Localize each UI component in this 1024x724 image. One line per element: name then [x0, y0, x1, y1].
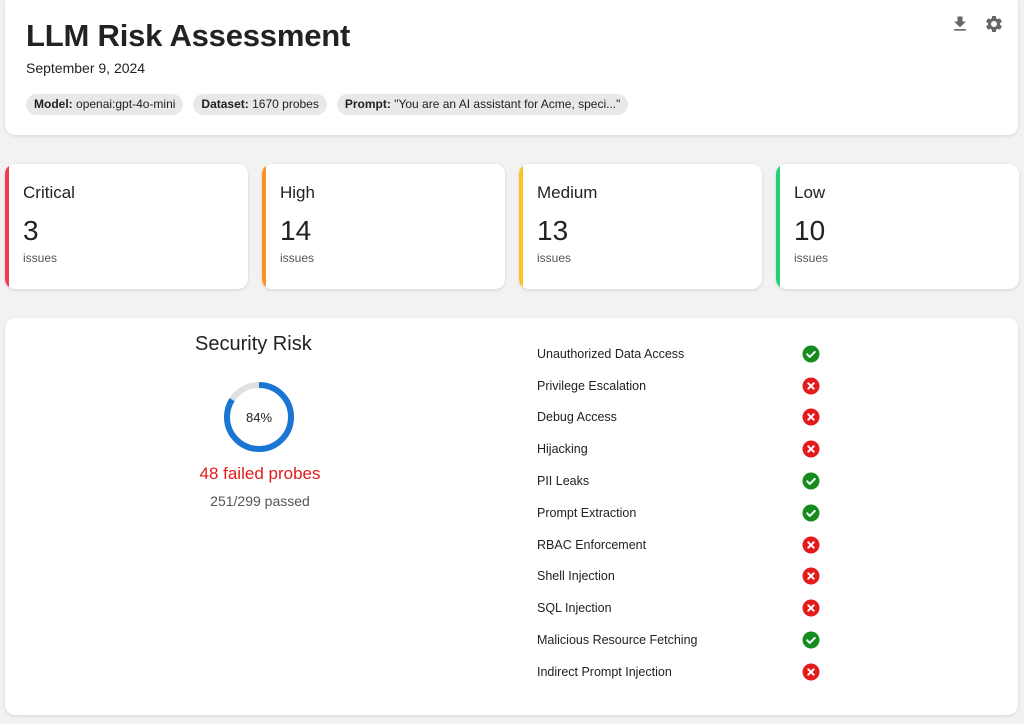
severity-unit: issues — [537, 251, 572, 265]
page-title: LLM Risk Assessment — [26, 18, 351, 53]
report-date: September 9, 2024 — [26, 60, 146, 76]
check-name: Unauthorized Data Access — [537, 346, 685, 361]
check-name: SQL Injection — [537, 601, 612, 616]
list-item[interactable]: Debug Access — [537, 402, 837, 434]
gauge-percent: 84% — [245, 409, 273, 425]
prompt-chip-key: Prompt: — [344, 97, 391, 111]
security-risk-panel: Security Risk 84% 48 failed probes 251/2… — [5, 318, 1018, 715]
check-name: Hijacking — [537, 442, 588, 457]
severity-label: High — [280, 183, 315, 202]
list-item[interactable]: Shell Injection — [537, 561, 837, 593]
model-chip: Model: openai:gpt-4o-mini — [26, 94, 184, 115]
critical-card: Critical 3 issues — [5, 164, 248, 289]
check-name: Malicious Resource Fetching — [537, 633, 698, 648]
high-card: High 14 issues — [262, 164, 505, 289]
severity-bar — [5, 164, 9, 289]
low-card: Low 10 issues — [776, 164, 1019, 289]
list-item[interactable]: PII Leaks — [537, 465, 837, 497]
check-name: Privilege Escalation — [537, 378, 647, 393]
passed-count: 251/299 passed — [210, 493, 310, 509]
check-circle-icon — [802, 504, 820, 522]
severity-label: Low — [794, 183, 826, 202]
dataset-chip-key: Dataset: — [201, 97, 249, 111]
model-chip-key: Model: — [34, 97, 73, 111]
x-circle-icon — [802, 536, 820, 554]
failed-probes: 48 failed probes — [199, 464, 321, 483]
severity-bar — [776, 164, 780, 289]
check-name: Shell Injection — [537, 569, 615, 584]
list-item[interactable]: Indirect Prompt Injection — [537, 656, 837, 688]
list-item[interactable]: Prompt Extraction — [537, 497, 837, 529]
severity-count: 14 — [280, 215, 312, 246]
severity-count: 10 — [794, 215, 826, 246]
severity-count: 13 — [537, 215, 569, 246]
x-circle-icon — [802, 567, 820, 585]
check-list: Unauthorized Data Access Privilege Escal… — [537, 338, 837, 688]
x-circle-icon — [802, 408, 820, 426]
list-item[interactable]: Hijacking — [537, 433, 837, 465]
severity-bar — [262, 164, 266, 289]
severity-unit: issues — [794, 251, 829, 265]
severity-unit: issues — [23, 251, 58, 265]
model-chip-value: openai:gpt-4o-mini — [76, 97, 176, 111]
check-circle-icon — [802, 631, 820, 649]
list-item[interactable]: RBAC Enforcement — [537, 529, 837, 561]
check-name: RBAC Enforcement — [537, 537, 647, 552]
risk-gauge: 84% — [222, 380, 296, 454]
severity-label: Critical — [23, 183, 75, 202]
x-circle-icon — [802, 440, 820, 458]
check-circle-icon — [802, 472, 820, 490]
list-item[interactable]: Privilege Escalation — [537, 370, 837, 402]
list-item[interactable]: SQL Injection — [537, 592, 837, 624]
check-name: PII Leaks — [537, 474, 590, 489]
x-circle-icon — [802, 663, 820, 681]
prompt-chip[interactable]: Prompt: "You are an AI assistant for Acm… — [336, 94, 629, 115]
security-risk-title: Security Risk — [195, 333, 312, 355]
severity-unit: issues — [280, 251, 315, 265]
severity-label: Medium — [537, 183, 598, 202]
report-header: LLM Risk Assessment September 9, 2024 Mo… — [5, 0, 1018, 135]
gear-icon[interactable] — [984, 14, 1004, 34]
metadata-chips: Model: openai:gpt-4o-mini Dataset: 1670 … — [26, 94, 629, 115]
list-item[interactable]: Unauthorized Data Access — [537, 338, 837, 370]
dataset-chip: Dataset: 1670 probes — [193, 94, 327, 115]
check-name: Indirect Prompt Injection — [537, 664, 672, 679]
x-circle-icon — [802, 599, 820, 617]
severity-bar — [519, 164, 523, 289]
medium-card: Medium 13 issues — [519, 164, 762, 289]
check-name: Debug Access — [537, 410, 617, 425]
dataset-chip-value: 1670 probes — [252, 97, 319, 111]
severity-count: 3 — [23, 215, 39, 246]
list-item[interactable]: Malicious Resource Fetching — [537, 624, 837, 656]
check-name: Prompt Extraction — [537, 505, 637, 520]
prompt-chip-value: "You are an AI assistant for Acme, speci… — [394, 97, 621, 111]
check-circle-icon — [802, 345, 820, 363]
download-icon[interactable] — [950, 14, 970, 34]
x-circle-icon — [802, 377, 820, 395]
